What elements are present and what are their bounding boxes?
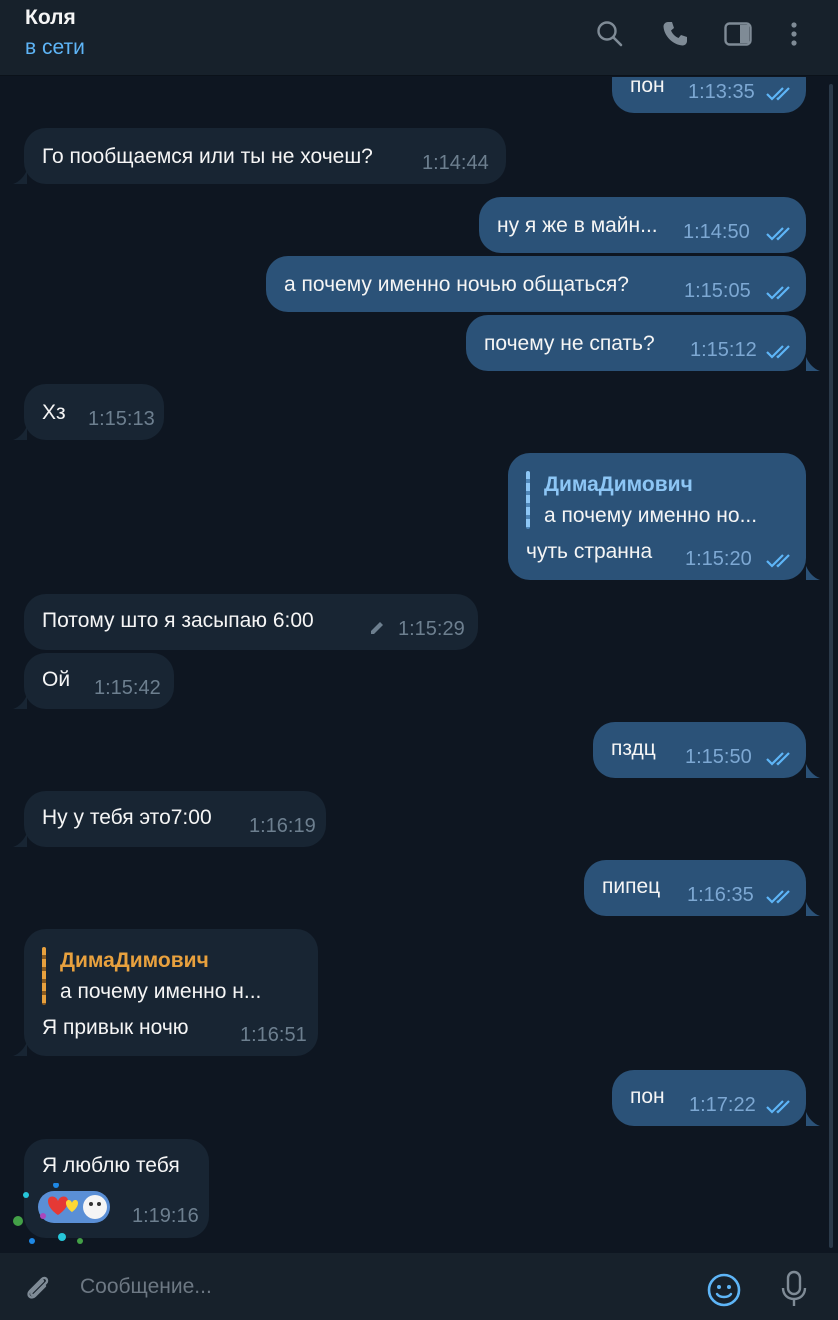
message-text: Я привык ночю — [42, 1016, 189, 1039]
bubble-tail — [13, 426, 27, 440]
message-text: Потому што я засыпаю 6:00 — [42, 609, 314, 632]
bubble-tail — [806, 357, 820, 371]
more-vertical-icon[interactable] — [778, 18, 810, 50]
bubble-tail — [13, 170, 27, 184]
message-time: 1:16:51 — [240, 1024, 307, 1046]
reply-quote-bar — [42, 947, 46, 1005]
message-time: 1:15:05 — [684, 280, 751, 302]
message-incoming[interactable]: Ну у тебя это7:00 1:16:19 — [24, 791, 326, 847]
message-text: пон — [630, 77, 665, 97]
contact-name[interactable]: Коля — [25, 6, 76, 30]
message-outgoing[interactable]: ну я же в майн... 1:14:50 — [479, 197, 806, 253]
double-check-icon — [766, 227, 790, 241]
emoji-icon[interactable] — [705, 1271, 743, 1309]
search-icon[interactable] — [594, 18, 626, 50]
message-time: 1:14:50 — [683, 221, 750, 243]
bubble-tail — [806, 1112, 820, 1126]
message-text: почему не спать? — [484, 332, 655, 355]
message-time: 1:15:42 — [94, 677, 161, 699]
message-text: Ой — [42, 668, 71, 691]
message-composer[interactable]: Сообщение... — [0, 1253, 838, 1320]
message-outgoing[interactable]: а почему именно ночью общаться? 1:15:05 — [266, 256, 806, 312]
message-outgoing[interactable]: пон 1:13:35 — [612, 77, 806, 113]
message-outgoing[interactable]: пипец 1:16:35 — [584, 860, 806, 916]
message-time: 1:15:13 — [88, 408, 155, 430]
double-check-icon — [766, 1100, 790, 1114]
attach-icon[interactable] — [20, 1271, 54, 1305]
reply-author: ДимаДимович — [544, 473, 693, 496]
double-check-icon — [766, 890, 790, 904]
chat-header[interactable]: Коля в сети — [0, 0, 838, 76]
double-check-icon — [766, 554, 790, 568]
sidebar-toggle-icon[interactable] — [722, 18, 754, 50]
message-incoming[interactable]: Хз 1:15:13 — [24, 384, 164, 440]
bubble-tail — [13, 695, 27, 709]
message-text: пипец — [602, 875, 661, 898]
message-text: а почему именно ночью общаться? — [284, 273, 629, 296]
bubble-tail — [806, 902, 820, 916]
message-time: 1:15:29 — [398, 618, 465, 640]
message-text: пон — [630, 1085, 665, 1108]
double-check-icon — [766, 752, 790, 766]
bubble-tail — [13, 1042, 27, 1056]
message-time: 1:15:12 — [690, 339, 757, 361]
message-time: 1:16:19 — [249, 815, 316, 837]
message-incoming[interactable]: Ой 1:15:42 — [24, 653, 174, 709]
message-outgoing-reply[interactable]: ДимаДимович а почему именно но... чуть с… — [508, 453, 806, 580]
reply-quote-bar — [526, 471, 530, 529]
message-time: 1:13:35 — [688, 81, 755, 103]
message-text: Хз — [42, 401, 66, 424]
hearts-sticker — [13, 1183, 110, 1244]
pencil-icon — [371, 622, 383, 634]
phone-icon[interactable] — [659, 18, 691, 50]
message-outgoing[interactable]: пон 1:17:22 — [612, 1070, 806, 1126]
message-incoming[interactable]: Го пообщаемся или ты не хочеш? 1:14:44 — [24, 128, 506, 184]
contact-status: в сети — [25, 36, 85, 59]
bubble-tail — [806, 566, 820, 580]
message-text: чуть странна — [526, 540, 653, 563]
message-list[interactable]: пон 1:13:35 Го пообщаемся или ты не хоче… — [0, 77, 838, 1253]
reply-snippet: а почему именно н... — [60, 980, 262, 1003]
reply-author: ДимаДимович — [60, 949, 209, 972]
double-check-icon — [766, 286, 790, 300]
message-text: Го пообщаемся или ты не хочеш? — [42, 145, 373, 168]
message-text: Я люблю тебя — [42, 1154, 180, 1177]
message-time: 1:17:22 — [689, 1094, 756, 1116]
message-time: 1:16:35 — [687, 884, 754, 906]
bubble-tail — [13, 833, 27, 847]
message-text: ну я же в майн... — [497, 214, 658, 237]
message-time: 1:15:20 — [685, 548, 752, 570]
double-check-icon — [766, 345, 790, 359]
message-incoming[interactable]: Потому што я засыпаю 6:00 1:15:29 — [24, 594, 478, 650]
microphone-icon[interactable] — [778, 1269, 810, 1309]
message-outgoing[interactable]: пздц 1:15:50 — [593, 722, 806, 778]
message-incoming-reply[interactable]: ДимаДимович а почему именно н... Я привы… — [24, 929, 318, 1056]
reply-snippet: а почему именно но... — [544, 504, 758, 527]
double-check-icon — [766, 87, 790, 101]
message-text: пздц — [611, 737, 656, 760]
bubble-tail — [806, 764, 820, 778]
message-time: 1:14:44 — [422, 152, 489, 174]
message-text: Ну у тебя это7:00 — [42, 806, 212, 829]
message-outgoing[interactable]: почему не спать? 1:15:12 — [466, 315, 806, 371]
message-time: 1:19:16 — [132, 1205, 199, 1227]
message-input[interactable]: Сообщение... — [80, 1275, 212, 1299]
message-time: 1:15:50 — [685, 746, 752, 768]
scrollbar[interactable] — [829, 84, 833, 1248]
